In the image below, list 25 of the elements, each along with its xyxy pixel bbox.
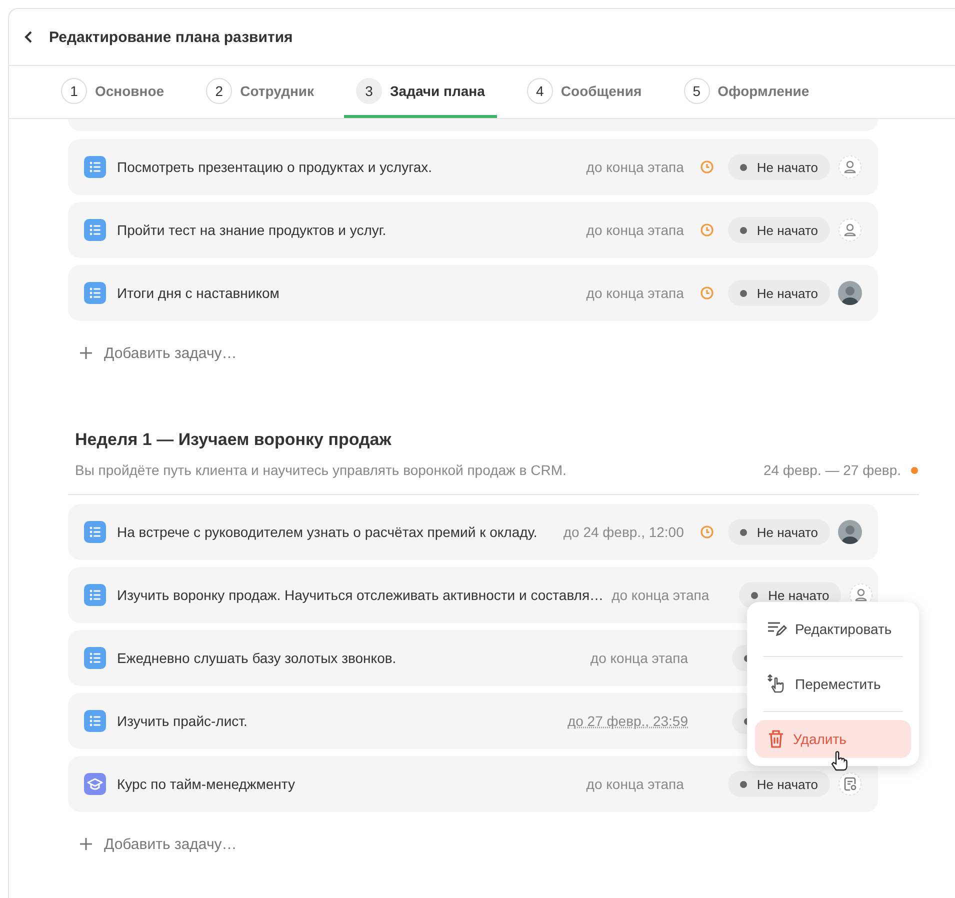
task-title: Итоги дня с наставником bbox=[117, 285, 280, 301]
step-number: 5 bbox=[684, 78, 710, 104]
task-title: Курс по тайм-менеджменту bbox=[117, 776, 296, 792]
task-title: На встрече с руководителем узнать о расчётах премий к окладу. bbox=[117, 524, 538, 540]
deadline: до конца этапа bbox=[586, 285, 684, 301]
section-description: Вы пройдёте путь клиента и научитесь управлять воронкой продаж в CRM. bbox=[75, 462, 566, 478]
task-title: Ежедневно слушать базу золотых звонков. bbox=[117, 650, 398, 666]
task-title: Изучить воронку продаж. Научиться отслеживать активности и составля… bbox=[117, 587, 604, 603]
deadline: до 27 февр., 23:59 bbox=[567, 713, 688, 729]
task-title: Изучить прайс-лист. bbox=[117, 713, 248, 729]
deadline: до конца этапа bbox=[586, 776, 684, 792]
deadline: до конца этапа bbox=[590, 650, 688, 666]
date-range: 24 февр. — 27 февр. bbox=[763, 462, 901, 478]
step-number: 1 bbox=[61, 78, 87, 104]
deadline: до конца этапа bbox=[612, 587, 710, 603]
deadline: до 24 февр., 12:00 bbox=[563, 524, 684, 540]
deadline: до конца этапа bbox=[586, 222, 684, 238]
deadline: до конца этапа bbox=[586, 159, 684, 175]
task-title: Пройти тест на знание продуктов и услуг. bbox=[117, 222, 388, 238]
page-title: Редактирование плана развития bbox=[49, 28, 293, 46]
step-number: 3 bbox=[356, 78, 382, 104]
step-number: 4 bbox=[526, 78, 553, 104]
section-title: Неделя 1 — Изучаем воронку продаж bbox=[75, 430, 392, 450]
step-number: 2 bbox=[206, 78, 232, 104]
task-title: Посмотреть презентацию о продуктах и услугах. bbox=[117, 159, 434, 175]
